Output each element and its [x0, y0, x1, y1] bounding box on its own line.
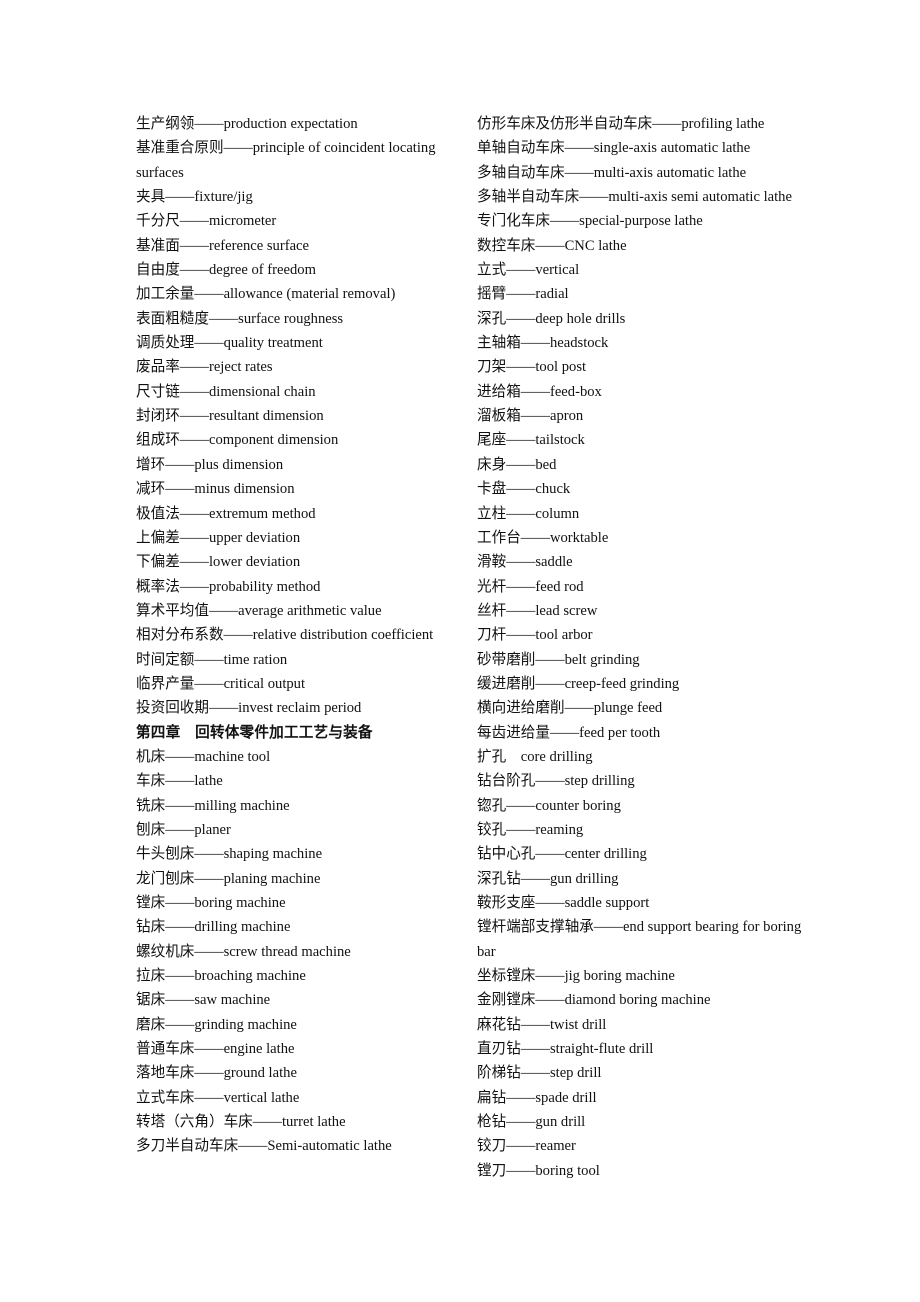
glossary-entry: 锪孔——counter boring [477, 797, 621, 814]
glossary-entry: 枪钻——gun drill [477, 1114, 586, 1131]
glossary-entry: 刨床——planer [136, 821, 231, 838]
glossary-entry: 立式——vertical [477, 262, 580, 279]
glossary-entry: 缓进磨削——creep-feed grinding [477, 675, 680, 692]
glossary-entry: 多刀半自动车床——Semi-automatic lathe [136, 1138, 392, 1155]
glossary-entry: 单轴自动车床——single-axis automatic lathe [477, 140, 751, 157]
glossary-entry: 锯床——saw machine [136, 992, 271, 1009]
glossary-entry: 横向进给磨削——plunge feed [477, 700, 663, 717]
glossary-entry: 铰刀——reamer [477, 1138, 576, 1155]
glossary-entry: 刀架——tool post [477, 359, 587, 376]
glossary-entry: 落地车床——ground lathe [136, 1065, 297, 1082]
glossary-entry: 极值法——extremum method [136, 505, 316, 522]
glossary-entry: 增环——plus dimension [136, 456, 284, 473]
glossary-entry: 立式车床——vertical lathe [136, 1089, 300, 1106]
glossary-entry: 磨床——grinding machine [136, 1016, 297, 1033]
glossary-entry: 多轴自动车床——multi-axis automatic lathe [477, 164, 747, 181]
glossary-entry: 算术平均值——average arithmetic value [136, 602, 382, 619]
glossary-entry: 组成环——component dimension [136, 432, 339, 449]
glossary-entry: 深孔——deep hole drills [477, 310, 626, 327]
glossary-entry: 扩孔 core drilling [477, 748, 593, 765]
glossary-entry: 每齿进给量——feed per tooth [477, 724, 661, 741]
glossary-entry: 转塔（六角）车床——turret lathe [136, 1114, 346, 1131]
glossary-entry: 废品率——reject rates [136, 359, 273, 376]
glossary-entry: 尺寸链——dimensional chain [136, 383, 316, 400]
glossary-entry: 时间定额——time ration [136, 651, 288, 668]
glossary-entry: 镗杆端部支撑轴承——end support bearing for boring… [477, 919, 805, 960]
glossary-entry: 基准面——reference surface [136, 237, 310, 254]
glossary-entry: 钻台阶孔——step drilling [477, 773, 635, 790]
glossary-entry: 机床——machine tool [136, 748, 271, 765]
glossary-entry: 丝杆——lead screw [477, 602, 598, 619]
glossary-entry: 牛头刨床——shaping machine [136, 846, 323, 863]
glossary-entry: 千分尺——micrometer [136, 213, 277, 230]
glossary-entry: 进给箱——feed-box [477, 383, 602, 400]
glossary-entry: 封闭环——resultant dimension [136, 408, 324, 425]
glossary-entry: 调质处理——quality treatment [136, 335, 323, 352]
glossary-entry: 普通车床——engine lathe [136, 1041, 295, 1058]
glossary-entry: 麻花钻——twist drill [477, 1016, 607, 1033]
glossary-entry: 钻中心孔——center drilling [477, 846, 647, 863]
glossary-entry: 临界产量——critical output [136, 675, 306, 692]
glossary-entry: 下偏差——lower deviation [136, 554, 301, 571]
glossary-entry: 数控车床——CNC lathe [477, 237, 627, 254]
glossary-entry: 概率法——probability method [136, 578, 321, 595]
glossary-entry: 金刚镗床——diamond boring machine [477, 992, 711, 1009]
chapter-heading: 第四章 回转体零件加工工艺与装备 [136, 724, 373, 741]
glossary-entry: 相对分布系数——relative distribution coefficien… [136, 627, 434, 644]
glossary-entry: 刀杆——tool arbor [477, 627, 593, 644]
glossary-entry: 龙门刨床——planing machine [136, 870, 321, 887]
glossary-entry: 投资回收期——invest reclaim period [136, 700, 362, 717]
glossary-entry: 阶梯钻——step drill [477, 1065, 602, 1082]
glossary-entry: 减环——minus dimension [136, 481, 295, 498]
glossary-entry: 专门化车床——special-purpose lathe [477, 213, 703, 230]
glossary-entry: 工作台——worktable [477, 529, 609, 546]
glossary-entry: 直刃钻——straight-flute drill [477, 1041, 654, 1058]
glossary-entry: 砂带磨削——belt grinding [477, 651, 640, 668]
glossary-entry: 螺纹机床——screw thread machine [136, 943, 351, 960]
glossary-column-right: 仿形车床及仿形半自动车床——profiling lathe 单轴自动车床——sin… [477, 112, 817, 1183]
glossary-entry: 生产纲领——production expectation [136, 116, 358, 132]
glossary-entry: 镗床——boring machine [136, 895, 286, 911]
glossary-entry: 铣床——milling machine [136, 797, 290, 814]
glossary-entry: 加工余量——allowance (material removal) [136, 286, 396, 303]
glossary-entry: 钻床——drilling machine [136, 919, 291, 936]
glossary-entry: 铰孔——reaming [477, 821, 584, 838]
glossary-entry: 坐标镗床——jig boring machine [477, 968, 675, 985]
glossary-entry: 光杆——feed rod [477, 578, 584, 595]
glossary-entry: 摇臂——radial [477, 286, 569, 303]
glossary-entry: 扁钻——spade drill [477, 1089, 597, 1106]
glossary-entry: 基准重合原则——principle of coincident locating… [136, 140, 440, 181]
document-page: 生产纲领——production expectation 基准重合原则——prin… [0, 0, 920, 1302]
glossary-entry: 卡盘——chuck [477, 481, 571, 498]
glossary-entry: 自由度——degree of freedom [136, 262, 316, 279]
glossary-entry: 镗刀——boring tool [477, 1162, 600, 1179]
glossary-entry: 上偏差——upper deviation [136, 529, 301, 546]
glossary-entry: 夹具——fixture/jig [136, 189, 253, 206]
glossary-entry: 滑鞍——saddle [477, 554, 573, 571]
glossary-entry: 溜板箱——apron [477, 408, 584, 425]
glossary-entry: 表面粗糙度——surface roughness [136, 310, 344, 327]
glossary-entry: 立柱——column [477, 505, 580, 522]
glossary-column-left: 生产纲领——production expectation 基准重合原则——prin… [136, 112, 456, 1159]
glossary-entry: 车床——lathe [136, 773, 223, 790]
glossary-entry: 拉床——broaching machine [136, 968, 306, 985]
glossary-entry: 多轴半自动车床——multi-axis semi automatic lathe [477, 189, 792, 206]
glossary-entry: 尾座——tailstock [477, 432, 585, 449]
glossary-entry: 主轴箱——headstock [477, 335, 609, 352]
glossary-entry: 床身——bed [477, 456, 557, 473]
glossary-entry: 仿形车床及仿形半自动车床——profiling lathe [477, 116, 765, 132]
glossary-entry: 鞍形支座——saddle support [477, 895, 650, 911]
glossary-entry: 深孔钻——gun drilling [477, 870, 619, 887]
